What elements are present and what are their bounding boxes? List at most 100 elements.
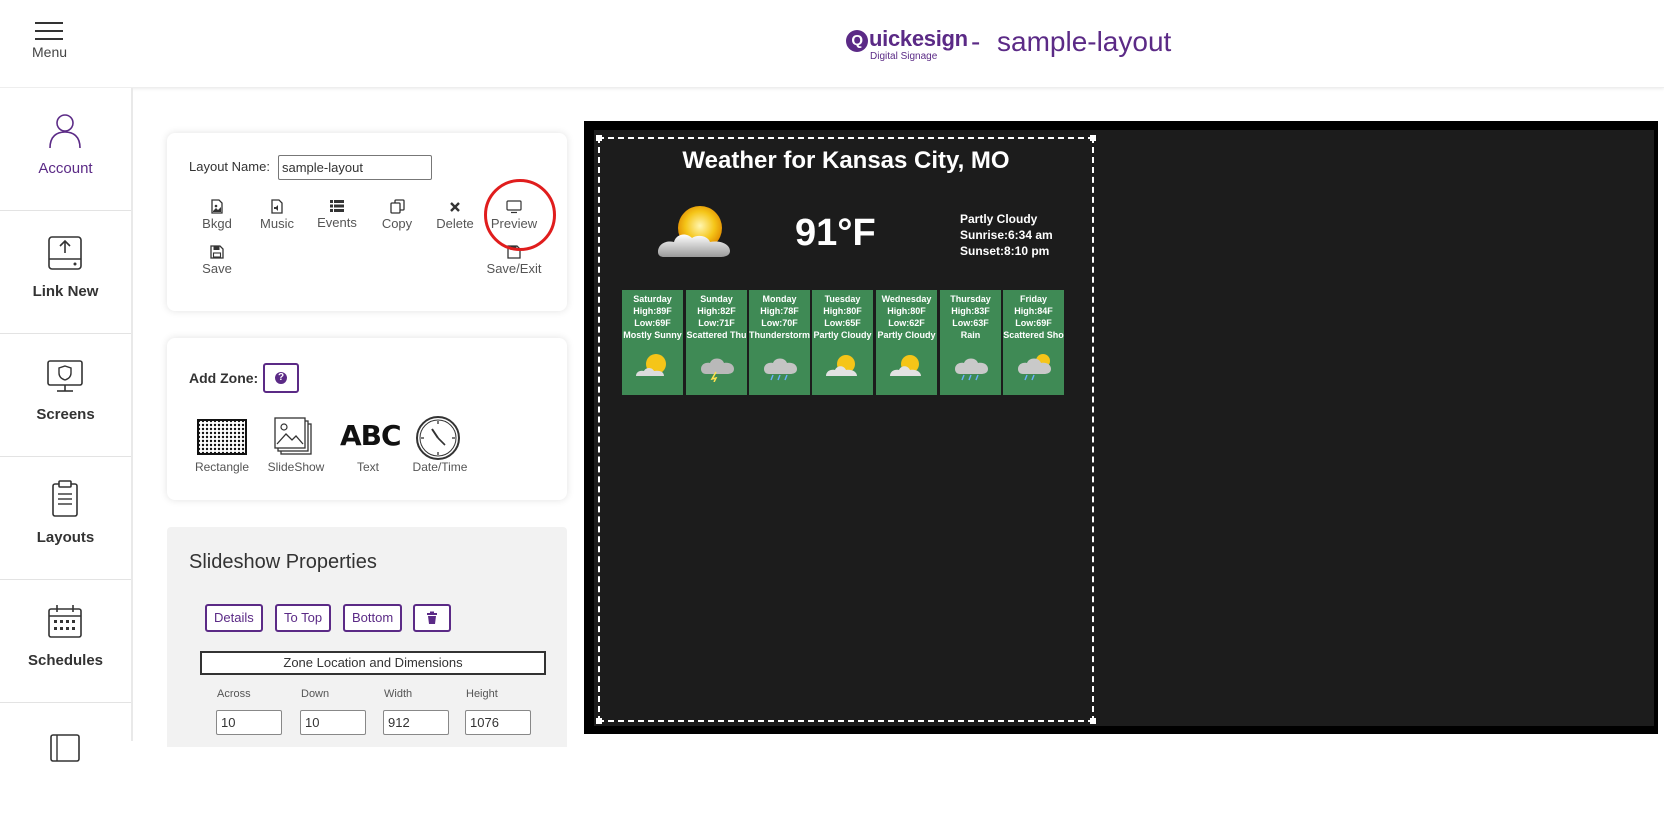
forecast-high: High:84F <box>1014 306 1053 316</box>
slideshow-zone-tool[interactable]: SlideShow <box>268 417 324 474</box>
sidebar-item-label: Layouts <box>36 529 95 546</box>
events-button[interactable]: Events <box>307 199 367 230</box>
bkgd-button[interactable]: Bkgd <box>187 199 247 231</box>
partly-cloudy-icon <box>890 355 921 376</box>
sidebar-item-schedules[interactable]: Schedules <box>0 580 131 703</box>
bkgd-label: Bkgd <box>202 216 232 231</box>
user-icon <box>49 114 81 149</box>
resize-handle-br[interactable] <box>1090 718 1096 724</box>
forecast-low: Low:62F <box>888 318 925 328</box>
logo-tagline: Digital Signage <box>870 51 938 62</box>
forecast-low: Low:69F <box>1015 318 1052 328</box>
forecast-high: High:89F <box>633 306 672 316</box>
floppy-icon <box>507 245 521 259</box>
rectangle-label: Rectangle <box>194 460 250 474</box>
forecast-day-name: Sunday <box>700 294 733 304</box>
bottom-button[interactable]: Bottom <box>343 604 403 632</box>
layout-name-input[interactable] <box>278 155 432 180</box>
showers-icon <box>1018 354 1051 381</box>
sidebar-item-layouts[interactable]: Layouts <box>0 457 131 580</box>
forecast-desc: Partly Cloudy <box>877 330 936 340</box>
forecast-day-name: Saturday <box>633 294 672 304</box>
copy-button[interactable]: Copy <box>367 199 427 231</box>
resize-handle-bl[interactable] <box>596 718 602 724</box>
forecast-high: High:82F <box>697 306 736 316</box>
rain-icon <box>955 358 988 381</box>
forecast-high: High:83F <box>951 306 990 316</box>
folder-icon <box>50 734 80 762</box>
close-icon <box>450 202 460 212</box>
rectangle-zone-tool[interactable]: Rectangle <box>195 419 249 474</box>
forecast-day: Saturday High:89F Low:69F Mostly Sunny <box>622 290 683 395</box>
monitor-icon <box>506 200 522 214</box>
forecast-day: Wednesday High:80F Low:62F Partly Cloudy <box>876 290 937 395</box>
music-button[interactable]: Music <box>247 199 307 231</box>
events-label: Events <box>317 215 357 230</box>
save-exit-label: Save/Exit <box>486 261 542 276</box>
logo-text: uickesign <box>869 26 968 51</box>
text-zone-tool[interactable]: ABC Text <box>340 419 402 474</box>
sidebar-item-link-new[interactable]: Link New <box>0 211 131 334</box>
sunrise-text: Sunrise:6:34 am <box>960 228 1053 242</box>
forecast-low: Low:71F <box>698 318 735 328</box>
logo-q-icon: Q <box>846 30 868 52</box>
forecast-desc: Thunderstorms <box>749 330 810 340</box>
music-label: Music <box>260 216 294 231</box>
datetime-label: Date/Time <box>412 460 468 474</box>
weather-title: Weather for Kansas City, MO <box>682 147 1010 174</box>
save-exit-button[interactable]: Save/Exit <box>484 245 544 276</box>
text-abc-icon: ABC <box>340 419 402 452</box>
to-top-button[interactable]: To Top <box>275 604 332 632</box>
across-input[interactable] <box>216 710 282 735</box>
forecast-day: Sunday High:82F Low:71F Scattered Thu <box>686 290 747 395</box>
rectangle-pattern-icon <box>197 419 247 455</box>
preview-button[interactable]: Preview <box>484 199 544 231</box>
preview-label: Preview <box>490 216 538 231</box>
forecast-low: Low:69F <box>634 318 671 328</box>
trash-button[interactable] <box>413 604 451 632</box>
sidebar-item-screens[interactable]: Screens <box>0 334 131 457</box>
page-title: sample-layout <box>997 26 1172 57</box>
datetime-zone-tool[interactable]: Date/Time <box>413 415 467 474</box>
menu-button[interactable]: Menu <box>32 22 67 60</box>
forecast-desc: Scattered Thu <box>686 330 747 340</box>
add-zone-label: Add Zone: <box>189 370 259 386</box>
forecast-day-name: Friday <box>1019 294 1047 304</box>
across-label: Across <box>217 688 251 700</box>
forecast-day-name: Wednesday <box>881 294 932 304</box>
storm-icon <box>701 358 734 382</box>
help-button[interactable]: ? <box>263 363 299 393</box>
image-file-icon <box>211 199 223 214</box>
forecast-day: Monday High:78F Low:70F Thunderstorms <box>749 290 810 395</box>
zone-location-header: Zone Location and Dimensions <box>200 651 546 675</box>
sidebar-item-label: Schedules <box>27 652 104 669</box>
sidebar-item-label: Account <box>38 160 93 177</box>
forecast-day: Tuesday High:80F Low:65F Partly Cloudy <box>812 290 873 395</box>
save-button[interactable]: Save <box>187 245 247 276</box>
resize-handle-tr[interactable] <box>1090 135 1096 141</box>
sunset-text: Sunset:8:10 pm <box>960 244 1050 258</box>
sidebar: Account Link New Screens Layouts Schedul… <box>0 88 133 762</box>
sidebar-item-more[interactable] <box>0 703 131 826</box>
sidebar-item-account[interactable]: Account <box>0 88 131 211</box>
logo-wordmark: Quickesign <box>846 26 968 52</box>
copy-label: Copy <box>381 216 413 231</box>
width-input[interactable] <box>383 710 449 735</box>
copy-icon <box>389 199 405 214</box>
height-input[interactable] <box>465 710 531 735</box>
top-bar: Menu Quickesign Digital Signage - sample… <box>0 0 1664 88</box>
delete-button[interactable]: Delete <box>425 199 485 231</box>
floppy-icon <box>210 245 224 259</box>
forecast-desc: Partly Cloudy <box>813 330 872 340</box>
forecast-high: High:80F <box>887 306 926 316</box>
sidebar-item-label: Link New <box>32 283 99 300</box>
details-button[interactable]: Details <box>205 604 263 632</box>
partly-cloudy-icon <box>826 355 857 376</box>
resize-handle-tl[interactable] <box>596 135 602 141</box>
down-input[interactable] <box>300 710 366 735</box>
slideshow-label: SlideShow <box>267 460 325 474</box>
layout-card: Layout Name: Bkgd Music Events Copy Dele… <box>167 133 567 311</box>
help-icon: ? <box>275 372 287 384</box>
slideshow-properties-panel: Slideshow Properties Details To Top Bott… <box>167 527 567 747</box>
calendar-icon <box>48 605 82 638</box>
